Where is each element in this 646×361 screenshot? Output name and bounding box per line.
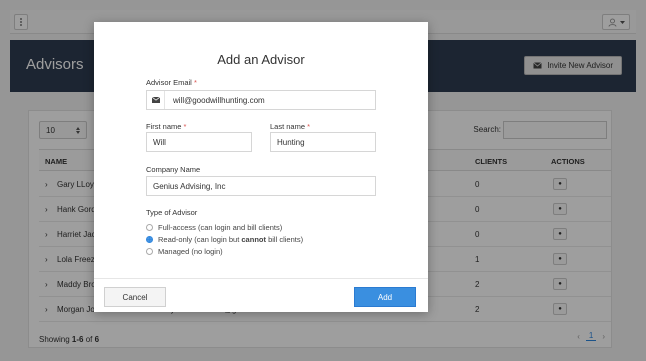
radio-full-access-label: Full-access (can login and bill clients) <box>158 223 283 232</box>
radio-read-only-label-post: bill clients) <box>265 235 304 244</box>
required-mark: * <box>183 122 187 131</box>
radio-read-only[interactable]: Read-only (can login but cannot bill cli… <box>146 235 303 244</box>
radio-managed[interactable]: Managed (no login) <box>146 247 223 256</box>
last-name-value: Hunting <box>277 137 305 147</box>
radio-button-selected[interactable] <box>146 236 153 243</box>
first-name-label-text: First name <box>146 122 182 131</box>
radio-read-only-label: Read-only (can login but cannot bill cli… <box>158 235 303 244</box>
last-name-label: Last name * <box>270 122 310 131</box>
cancel-button[interactable]: Cancel <box>104 287 166 307</box>
first-name-value: Will <box>153 137 166 147</box>
add-advisor-modal: Add an Advisor Advisor Email * will@good… <box>94 22 428 312</box>
email-field[interactable]: will@goodwillhunting.com <box>146 90 376 110</box>
company-value: Genius Advising, Inc <box>153 181 226 191</box>
last-name-field[interactable]: Hunting <box>270 132 376 152</box>
last-name-label-text: Last name <box>270 122 306 131</box>
add-button[interactable]: Add <box>354 287 416 307</box>
required-mark: * <box>193 78 197 87</box>
first-name-field[interactable]: Will <box>146 132 252 152</box>
radio-read-only-label-pre: Read-only (can login but <box>158 235 242 244</box>
radio-button[interactable] <box>146 248 153 255</box>
first-name-label: First name * <box>146 122 186 131</box>
email-value: will@goodwillhunting.com <box>173 95 265 105</box>
radio-full-access[interactable]: Full-access (can login and bill clients) <box>146 223 282 232</box>
modal-footer: Cancel Add <box>94 278 428 312</box>
radio-read-only-label-bold: cannot <box>241 235 266 244</box>
company-field[interactable]: Genius Advising, Inc <box>146 176 376 196</box>
advisor-type-label: Type of Advisor <box>146 208 198 217</box>
modal-title: Add an Advisor <box>217 52 305 67</box>
company-label: Company Name <box>146 165 201 174</box>
radio-button[interactable] <box>146 224 153 231</box>
email-label: Advisor Email * <box>146 78 197 87</box>
email-label-text: Advisor Email <box>146 78 192 87</box>
envelope-icon <box>147 91 165 109</box>
required-mark: * <box>307 122 311 131</box>
radio-managed-label: Managed (no login) <box>158 247 223 256</box>
